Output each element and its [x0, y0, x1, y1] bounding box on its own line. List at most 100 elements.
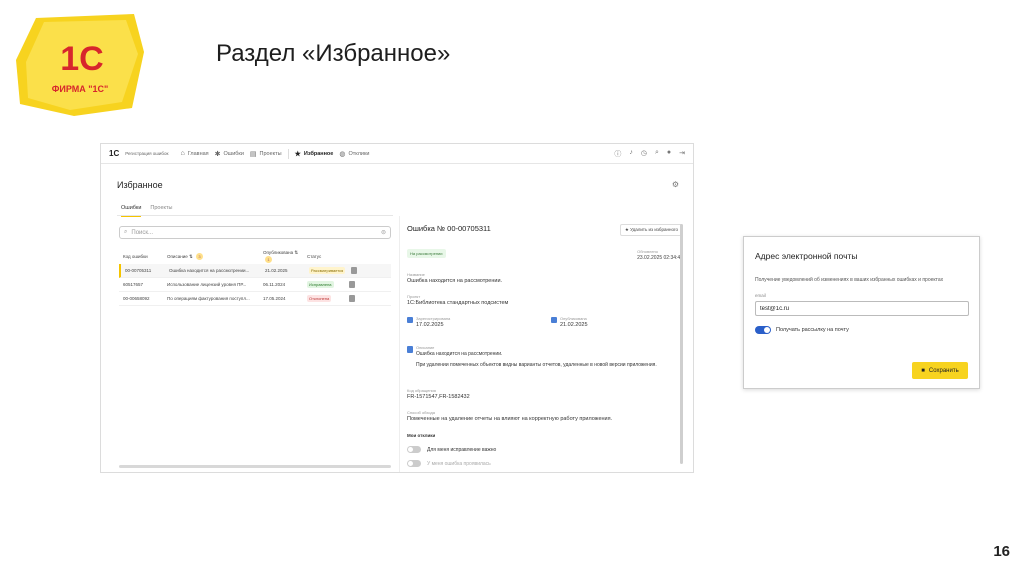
- panel-divider: [399, 216, 400, 472]
- mailing-toggle[interactable]: Получать рассылку на почту: [755, 326, 849, 334]
- published-value: 21.02.2025: [560, 322, 588, 328]
- document-icon: [407, 346, 413, 353]
- page-number: 16: [993, 543, 1010, 560]
- name-label: Название: [407, 272, 425, 277]
- save-button-label: Сохранить: [928, 367, 959, 374]
- reproduced-toggle[interactable]: У меня ошибка проявилась: [407, 460, 491, 467]
- nav-responses-label: Отклики: [348, 150, 370, 157]
- logout-icon[interactable]: ⇥: [679, 149, 685, 159]
- slide-title: Раздел «Избранное»: [216, 40, 451, 67]
- toggle-switch[interactable]: [407, 460, 421, 467]
- trash-icon[interactable]: [351, 267, 357, 274]
- description-label: Описание: [416, 345, 435, 350]
- row-description: Использование лицензий уровня ПР...: [167, 282, 247, 287]
- name-value: Ошибка находится на рассмотрении.: [407, 278, 503, 284]
- description-line-2: При удалении помеченных объектов видны в…: [416, 362, 657, 368]
- col-published-label: Опубликована: [263, 249, 294, 255]
- registered-field: Зарегистрирована 17.02.2025: [407, 316, 450, 328]
- row-description: По операциям фактурования поступл...: [167, 296, 250, 301]
- info-icon[interactable]: ⓘ: [614, 149, 621, 159]
- nav-projects[interactable]: ▤ Проекты: [250, 150, 282, 158]
- important-toggle[interactable]: Для меня исправление важно: [407, 446, 496, 453]
- horizontal-scrollbar[interactable]: [119, 465, 391, 468]
- updated-label: Обновлено: [637, 249, 658, 254]
- description-field: Описание Ошибка находится на рассмотрени…: [407, 345, 677, 369]
- trash-icon[interactable]: [349, 295, 355, 302]
- project-label: Проект: [407, 294, 421, 299]
- search-icon[interactable]: ⌕: [655, 149, 659, 159]
- status-badge: Исправлена: [307, 281, 334, 288]
- nav-home[interactable]: ⌂ Главная: [180, 150, 208, 157]
- project-value: 1С:Библиотека стандартных подсистем: [407, 300, 509, 306]
- reg-code-value: FR-1571547,FR-1582432: [407, 394, 470, 400]
- save-icon: ■: [921, 367, 925, 374]
- table-row[interactable]: 60517657 Использование лицензий уровня П…: [119, 278, 391, 292]
- nav-responses[interactable]: ◍ Отклики: [339, 150, 369, 158]
- row-description: Ошибка находится на рассмотрении...: [169, 268, 250, 273]
- bug-icon: ✱: [214, 150, 221, 158]
- status-chip: На рассмотрении: [407, 249, 446, 258]
- nav-favorites-label: Избранное: [303, 150, 334, 157]
- registered-label: Зарегистрирована: [416, 316, 451, 321]
- logo-text: ФИРМА "1С": [52, 84, 109, 94]
- bell-icon[interactable]: ♪: [629, 149, 633, 159]
- col-description-label: Описание: [167, 253, 188, 259]
- row-date: 06.11.2024: [263, 282, 286, 287]
- reg-code-label: Код обращения: [407, 388, 436, 393]
- app-name: Регистрация ошибок: [125, 151, 169, 156]
- trash-icon[interactable]: [349, 281, 355, 288]
- reg-code-field: Код обращения FR-1571547,FR-1582432: [407, 388, 470, 400]
- star-icon: ★: [294, 150, 301, 158]
- row-code: 60517657: [123, 282, 144, 287]
- page-title: Избранное: [117, 180, 163, 190]
- nav-errors[interactable]: ✱ Ошибки: [215, 150, 244, 158]
- name-field: Название Ошибка находится на рассмотрении…: [407, 272, 502, 284]
- row-code: 00-00705311: [125, 268, 152, 273]
- col-status[interactable]: Статус: [307, 254, 349, 259]
- calendar-icon: [551, 317, 557, 323]
- tabs-divider: [117, 215, 393, 216]
- col-code[interactable]: Код ошибки: [123, 254, 167, 259]
- home-icon: ⌂: [180, 150, 185, 157]
- toggle-switch[interactable]: [407, 446, 421, 453]
- description-count-badge: 3: [196, 252, 203, 260]
- table-header: Код ошибки Описание ⇅ 3 Опубликована ⇅ 1…: [119, 248, 391, 264]
- response-icon: ◍: [339, 150, 346, 158]
- status-badge: Отклонена: [307, 295, 332, 302]
- search-input[interactable]: ⌕ Поиск... ⊜: [119, 226, 391, 239]
- reproduced-toggle-label: У меня ошибка проявилась: [427, 460, 491, 467]
- impact-value: Помеченные на удаление отчеты на влияют …: [407, 416, 613, 422]
- col-published[interactable]: Опубликована ⇅ 1: [263, 250, 307, 263]
- nav-projects-label: Проекты: [259, 150, 282, 157]
- dialog-description: Получение уведомлений об изменениях в ва…: [755, 277, 944, 283]
- folder-icon: ▤: [249, 150, 257, 158]
- nav-divider: [287, 148, 289, 159]
- toggle-switch-on[interactable]: [755, 326, 771, 334]
- mailing-toggle-label: Получать рассылку на почту: [776, 327, 849, 333]
- error-detail-panel: Ошибка № 00-00705311 ★ Удалить из избран…: [407, 224, 683, 467]
- remove-button-label: Удалить из избранного: [630, 227, 678, 232]
- updated-field: Обновлено 23.02.2025 02:34:46: [637, 249, 683, 261]
- description-line-1: Ошибка находится на рассмотрении.: [416, 351, 503, 357]
- col-description[interactable]: Описание ⇅ 3: [167, 252, 263, 260]
- filter-icon[interactable]: ⊜: [381, 229, 386, 236]
- email-field[interactable]: [755, 301, 969, 316]
- gear-icon[interactable]: ⚙: [672, 180, 679, 189]
- remove-from-favorites-button[interactable]: ★ Удалить из избранного: [619, 224, 683, 236]
- nav-home-label: Главная: [187, 150, 209, 157]
- user-icon[interactable]: ●: [667, 149, 671, 159]
- table-row[interactable]: 00-00705311 Ошибка находится на рассмотр…: [119, 264, 391, 278]
- impact-label: Способ обхода: [407, 410, 435, 415]
- email-label: email: [755, 293, 766, 298]
- vertical-scrollbar[interactable]: [680, 224, 683, 464]
- save-button[interactable]: ■ Сохранить: [912, 362, 968, 379]
- history-icon[interactable]: ◷: [641, 149, 647, 159]
- registered-value: 17.02.2025: [416, 322, 444, 328]
- top-right-icons: ⓘ ♪ ◷ ⌕ ● ⇥: [614, 149, 685, 159]
- search-placeholder: Поиск...: [131, 229, 154, 236]
- nav-favorites[interactable]: ★ Избранное: [295, 150, 334, 158]
- table-row[interactable]: 00-00658092 По операциям фактурования по…: [119, 292, 391, 306]
- calendar-icon: [407, 317, 413, 323]
- email-dialog: Адрес электронной почты Получение уведом…: [743, 236, 980, 389]
- published-label: Опубликована: [560, 316, 587, 321]
